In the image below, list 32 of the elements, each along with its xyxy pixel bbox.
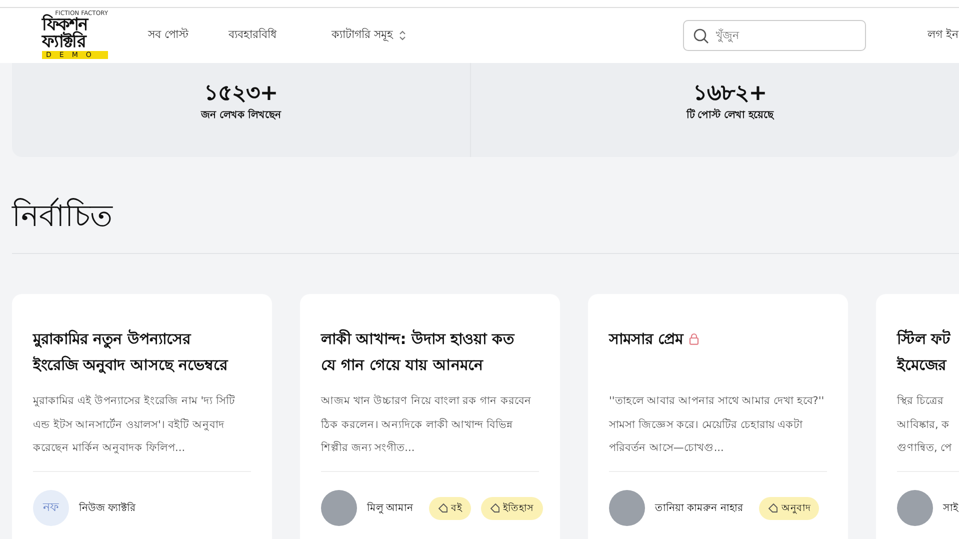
stat-value: ১৫২৩+ [204,80,278,106]
post-title[interactable]: লাকী আখান্দ: উদাস হাওয়া কত যে গান গেয়ে যায় আনমনে [321,326,523,378]
post-excerpt: আজম খান উচ্চারণ নিয়ে বাংলা রক গান করবেন ঠিক করলেন। অন্যদিকে লাকী আখান্দ বিভিন্ন শিল্পীর জন্য সংগীত... [321,393,532,456]
nav-link[interactable]: ব্যবহারবিধি [228,26,276,44]
tag-icon [768,503,778,513]
avatar-photo-placeholder[interactable] [321,490,357,526]
stat-label: জন লেখক লিখছেন [201,108,281,122]
avatar-photo-placeholder[interactable] [609,490,645,526]
chevron-updown-icon [399,30,406,40]
stat-value: ১৬৮২+ [692,80,768,106]
avatar-photo-placeholder[interactable] [897,490,933,526]
post-title[interactable]: মুরাকামির নতুন উপন্যাসের ইংরেজি অনুবাদ আসছে নভেম্বরে [33,326,235,378]
category-dropdown[interactable]: ক্যাটাগরি সমূহ [332,26,406,44]
post-excerpt: মুরাকামির এই উপন্যাসের ইংরেজি নাম 'দ্য সিটি এন্ড ইটস আনসার্টেন ওয়ালস'। বইটি অনুবাদ করেছেন মার্কিন অনুবাদক ফিলিপ... [33,393,236,456]
author-name[interactable]: নিউজ ফ্যাক্টরি [79,500,136,516]
tag-icon [490,503,500,513]
category-tag[interactable]: ইতিহাস [481,496,544,520]
post-title[interactable]: সামসার প্রেম [609,326,684,352]
search-icon [692,28,708,44]
category-tag[interactable]: অনুবাদ [759,496,820,520]
stat-label: টি পোস্ট লেখা হয়েছে [686,107,774,122]
search-field[interactable]: খুঁজুন [682,20,866,50]
post-excerpt: ''তাহলে আবার আপনার সাথে আমার দেখা হবে?'' সামসা জিজ্ঞেস করে। মেয়েটির চেহারায় একটা পরিবর্তন আসে—চোখগু... [609,394,826,456]
post-excerpt: স্থির চিত্রের আবিষ্কার, ক গুণান্বিত, পে [897,394,953,456]
author-name[interactable]: তানিয়া কামরুন নাহার [655,500,744,516]
author-name[interactable]: সাই [943,500,958,516]
category-tag[interactable]: বই [429,496,472,520]
nav-link[interactable]: সব পোস্ট [148,26,188,44]
tag-icon [438,503,448,513]
post-title[interactable]: স্টিল ফট ইমেজের [897,326,950,378]
section-heading: নির্বাচিত [12,197,959,254]
author-name[interactable]: মিলু আমান [367,500,414,516]
